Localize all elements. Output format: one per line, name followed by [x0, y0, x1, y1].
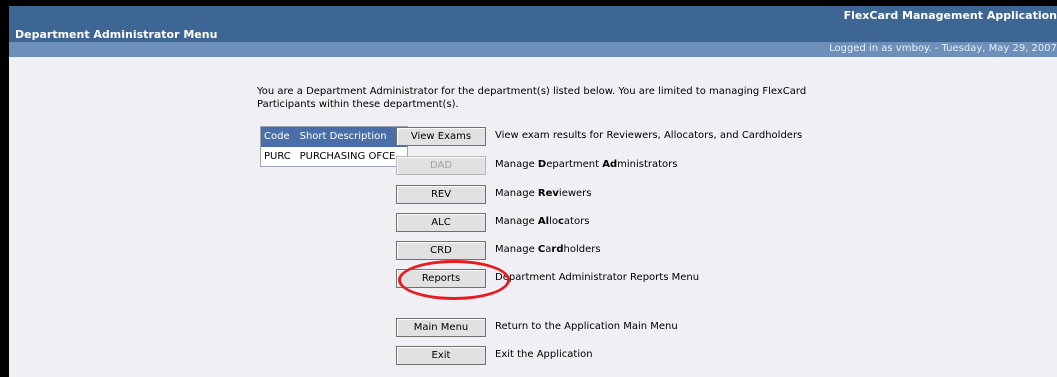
exit-description: Exit the Application	[495, 349, 593, 360]
app-title: FlexCard Management Application	[843, 9, 1057, 22]
reports-description: Department Administrator Reports Menu	[495, 272, 700, 283]
column-header-short-description: Short Description	[296, 126, 408, 147]
dept-code-cell: PURC	[260, 146, 297, 167]
rev-button[interactable]: REV	[396, 185, 486, 204]
window-frame-left	[0, 0, 9, 377]
column-header-code: Code	[260, 126, 297, 147]
dad-description: Manage Department Administrators	[495, 159, 678, 170]
page-header: Department Administrator Menu FlexCard M…	[9, 6, 1057, 42]
table-row: PURC PURCHASING OFCE	[260, 146, 408, 167]
view-exams-description: View exam results for Reviewers, Allocat…	[495, 130, 803, 141]
dad-button[interactable]: DAD	[396, 156, 486, 175]
table-header-row: Code Short Description	[260, 126, 408, 147]
main-content: You are a Department Administrator for t…	[9, 57, 1057, 377]
department-table: Code Short Description PURC PURCHASING O…	[260, 126, 408, 167]
status-bar: Logged in as vmboy. - Tuesday, May 29, 2…	[9, 42, 1057, 57]
alc-button[interactable]: ALC	[396, 213, 486, 232]
crd-description: Manage Cardholders	[495, 244, 601, 255]
highlight-annotation	[398, 260, 510, 300]
rev-description: Manage Reviewers	[495, 188, 592, 199]
exit-button[interactable]: Exit	[396, 346, 486, 365]
view-exams-button[interactable]: View Exams	[396, 127, 486, 146]
main-menu-description: Return to the Application Main Menu	[495, 321, 678, 332]
main-menu-button[interactable]: Main Menu	[396, 318, 486, 337]
intro-text: You are a Department Administrator for t…	[257, 86, 807, 110]
login-info: Logged in as vmboy. - Tuesday, May 29, 2…	[829, 43, 1057, 54]
page-title: Department Administrator Menu	[15, 28, 218, 41]
crd-button[interactable]: CRD	[396, 241, 486, 260]
alc-description: Manage Allocators	[495, 216, 590, 227]
dept-description-cell: PURCHASING OFCE	[296, 146, 408, 167]
